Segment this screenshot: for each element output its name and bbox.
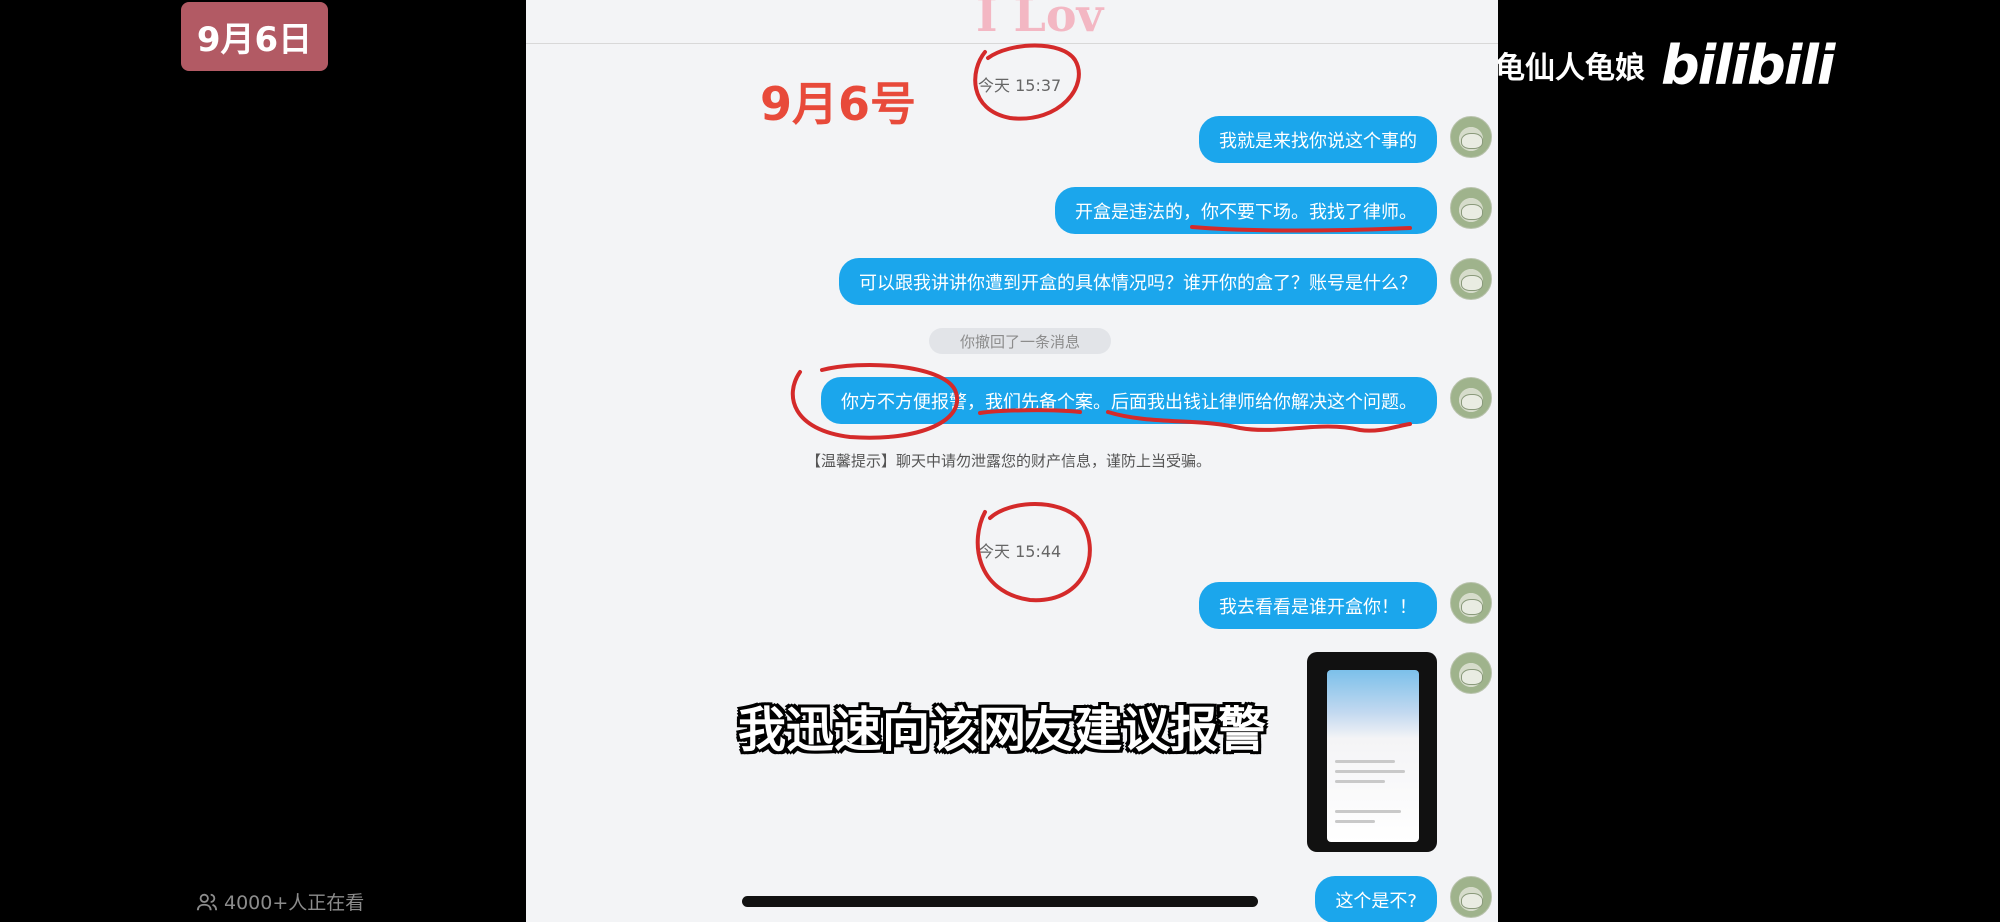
header-divider — [526, 43, 1498, 44]
avatar[interactable] — [1450, 652, 1492, 694]
timestamp: 今天 15:44 — [978, 542, 1062, 561]
avatar[interactable] — [1450, 876, 1492, 918]
home-indicator[interactable] — [742, 896, 1258, 907]
avatar[interactable] — [1450, 187, 1492, 229]
uploader-name: 龟仙人龟娘 — [1495, 51, 1645, 86]
chat-bubble[interactable]: 我去看看是谁开盒你！！ — [1199, 582, 1437, 629]
avatar[interactable] — [1450, 377, 1492, 419]
people-icon — [196, 893, 218, 910]
safety-tip: 【温馨提示】聊天中请勿泄露您的财产信息，谨防上当受骗。 — [806, 452, 1212, 470]
chat-bubble[interactable]: 我就是来找你说这个事的 — [1199, 116, 1437, 163]
top-decoration: I Lov — [976, 0, 1104, 42]
recall-notice: 你撤回了一条消息 — [929, 328, 1111, 354]
chat-bubble[interactable]: 开盒是违法的，你不要下场。我找了律师。 — [1055, 187, 1437, 234]
video-subtitle: 我迅速向该网友建议报警 — [738, 702, 1267, 758]
date-badge: 9月6日 — [181, 2, 328, 71]
timestamp: 今天 15:37 — [978, 76, 1062, 95]
handwritten-date: 9月6号 — [760, 77, 917, 131]
screenshot-thumbnail — [1327, 670, 1419, 842]
viewer-count: 4000+人正在看 — [196, 888, 364, 915]
avatar[interactable] — [1450, 582, 1492, 624]
video-frame: 9月6日 龟仙人龟娘 bilibili 4000+人正在看 I Lov 今天 1… — [0, 0, 2000, 922]
image-message[interactable] — [1307, 652, 1437, 852]
chat-bubble[interactable]: 可以跟我讲讲你遭到开盒的具体情况吗？谁开你的盒了？账号是什么？ — [839, 258, 1437, 305]
avatar[interactable] — [1450, 116, 1492, 158]
bilibili-logo: bilibili — [1661, 33, 1835, 97]
avatar[interactable] — [1450, 258, 1492, 300]
bilibili-watermark: 龟仙人龟娘 bilibili — [1495, 30, 1835, 100]
chat-bubble[interactable]: 这个是不? — [1315, 876, 1437, 922]
chat-bubble[interactable]: 你方不方便报警，我们先备个案。后面我出钱让律师给你解决这个问题。 — [821, 377, 1437, 424]
chat-screen[interactable]: I Lov 今天 15:37 我就是来找你说这个事的 开盒是违法的，你不要下场。… — [526, 0, 1498, 922]
viewer-count-text: 4000+人正在看 — [224, 892, 365, 914]
